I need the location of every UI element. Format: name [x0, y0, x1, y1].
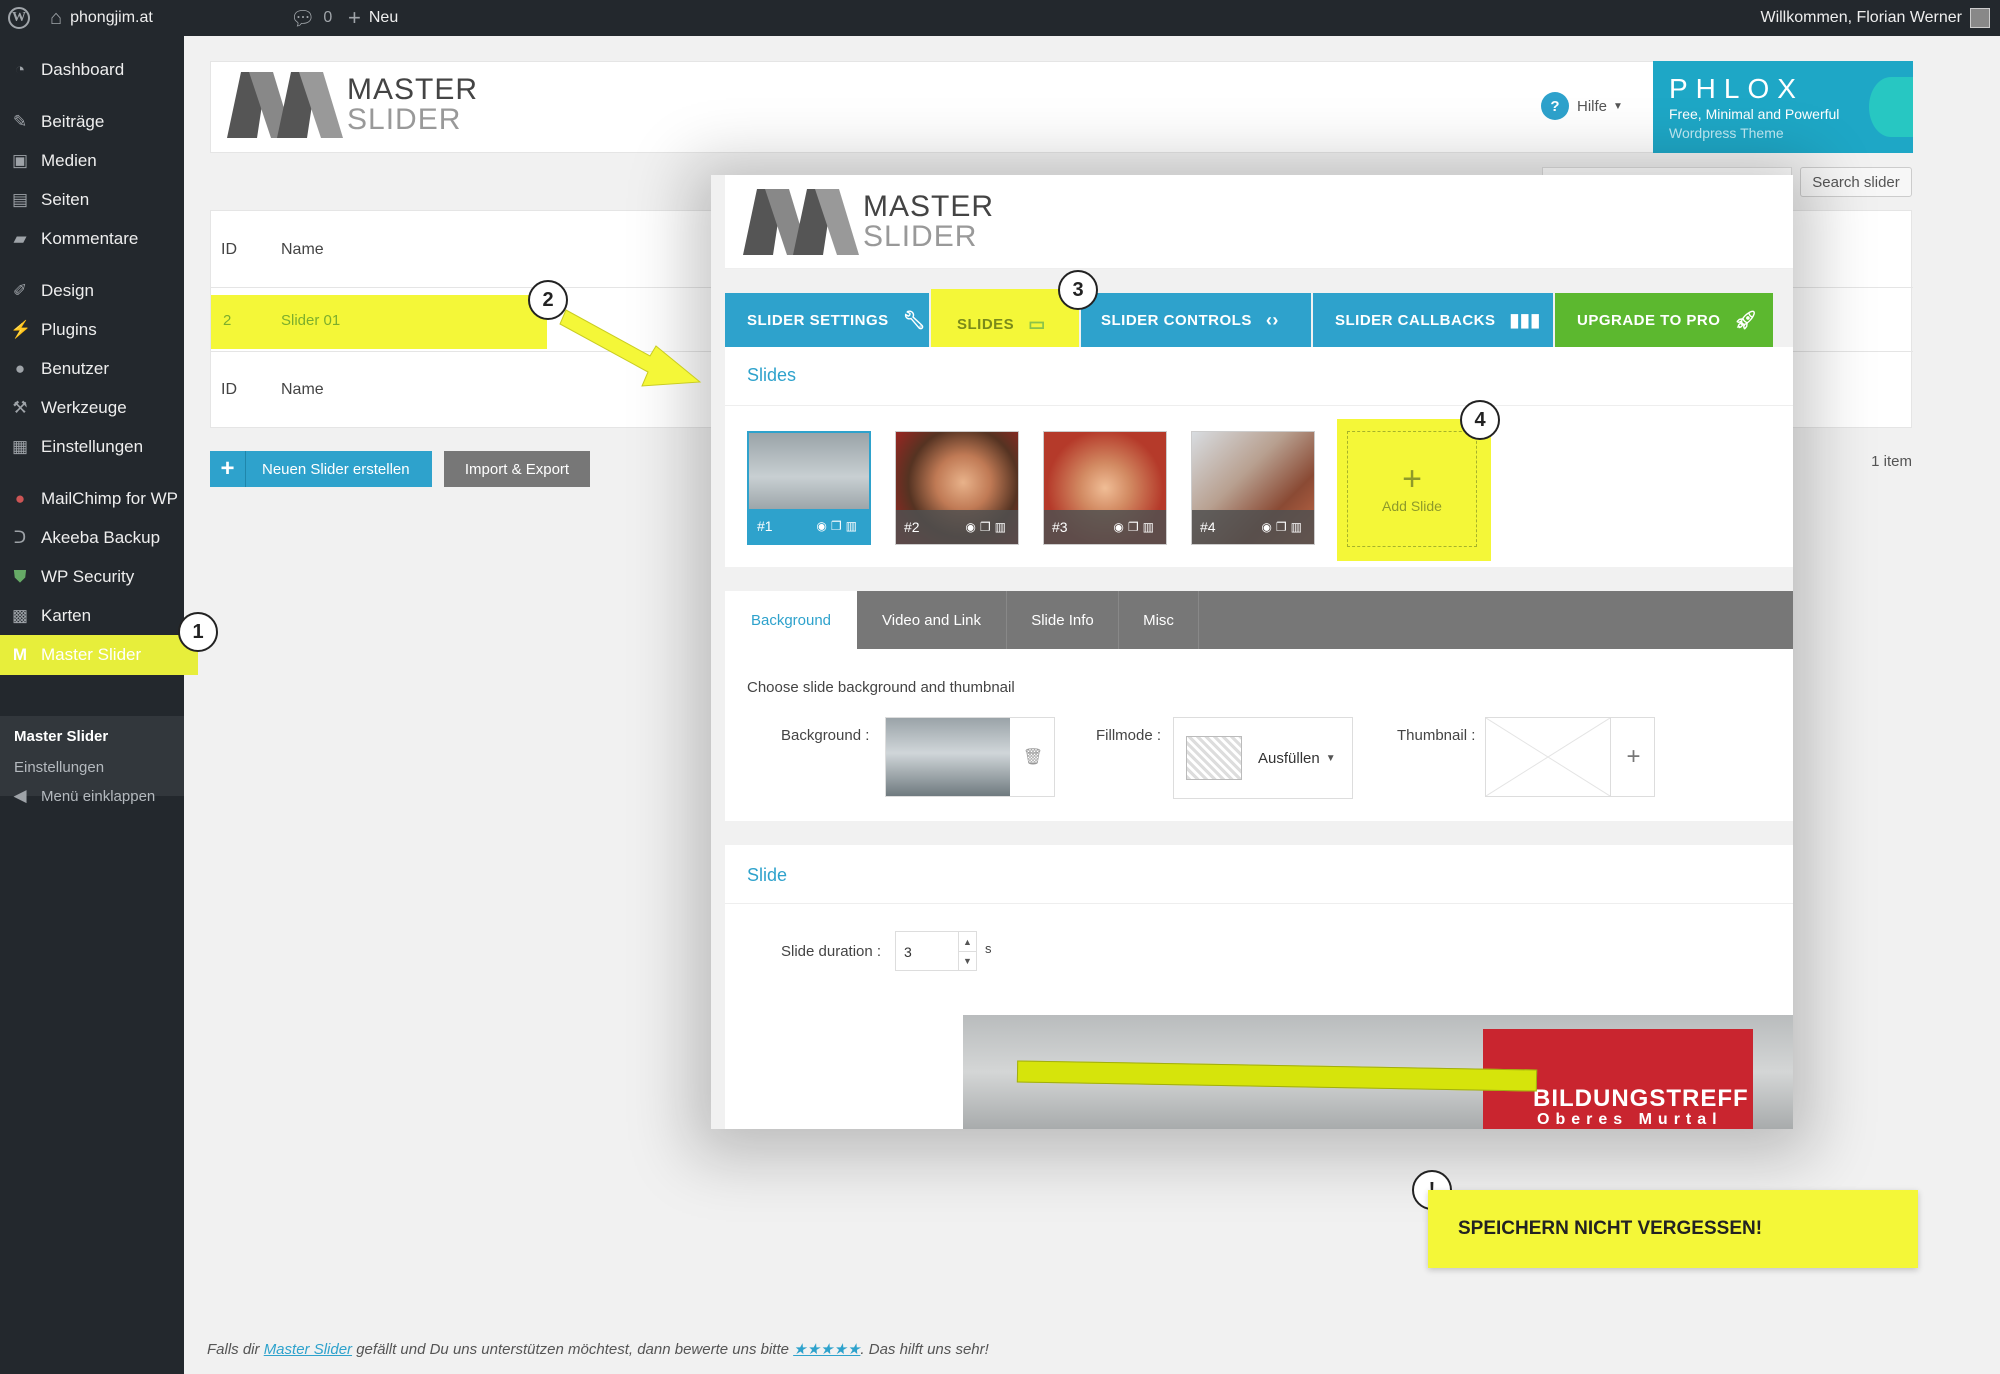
callout-3: 3 [1058, 270, 1098, 310]
callout-2: 2 [528, 280, 568, 320]
callout-4: 4 [1460, 400, 1500, 440]
save-reminder-note: SPEICHERN NICHT VERGESSEN! [1428, 1190, 1918, 1268]
callout-1: 1 [178, 612, 218, 652]
annotation-arrow [559, 309, 702, 387]
